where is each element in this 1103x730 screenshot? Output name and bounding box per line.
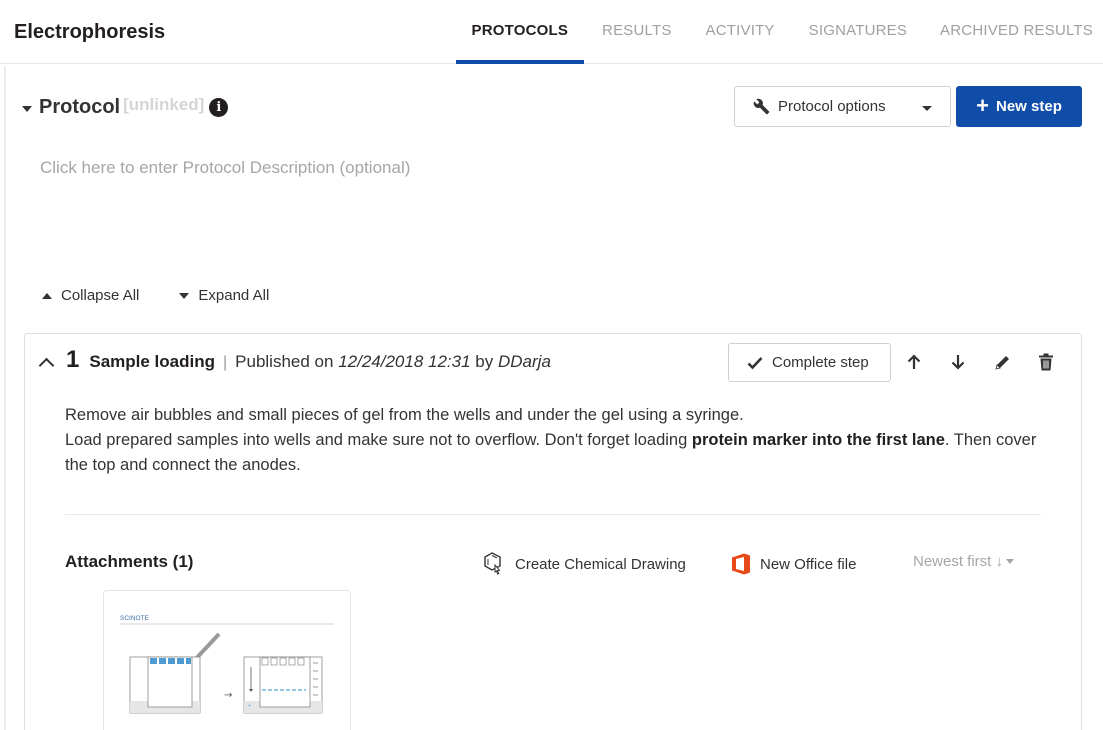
check-icon (747, 356, 763, 369)
sort-dropdown[interactable]: Newest first ↓ (913, 553, 1015, 570)
wrench-icon (753, 98, 770, 115)
tab-activity[interactable]: ACTIVITY (706, 0, 775, 64)
step-author: DDarja (498, 352, 551, 371)
protocol-description[interactable]: Click here to enter Protocol Description… (40, 158, 410, 178)
plus-icon: + (976, 92, 989, 118)
sort-label: Newest first ↓ (913, 553, 1004, 570)
page-title: Electrophoresis (14, 21, 166, 43)
chevron-down-icon (922, 106, 932, 111)
new-step-label: New step (996, 98, 1062, 115)
step-text-line2: Load prepared samples into wells and mak… (65, 428, 1055, 478)
protocol-options-label: Protocol options (778, 98, 886, 115)
svg-text:+: + (248, 703, 251, 709)
expand-all-button[interactable]: Expand All (179, 287, 269, 304)
published-date: 12/24/2018 12:31 (338, 352, 471, 371)
create-chemical-drawing-button[interactable]: Create Chemical Drawing (483, 551, 686, 577)
gel-diagram-image: SCINOTE → + (120, 615, 334, 714)
step-text-part: Load prepared samples into wells and mak… (65, 431, 692, 449)
chem-label: Create Chemical Drawing (515, 555, 686, 573)
collapse-expand-controls: Collapse All Expand All (42, 287, 309, 304)
step-name[interactable]: Sample loading (89, 352, 215, 372)
published-by: by (475, 352, 494, 371)
tab-signatures[interactable]: SIGNATURES (809, 0, 907, 64)
attachments-title: Attachments (1) (65, 552, 194, 571)
complete-step-label: Complete step (772, 354, 869, 371)
chemical-structure-icon (484, 552, 501, 575)
svg-text:→: → (224, 690, 232, 701)
tab-results[interactable]: RESULTS (602, 0, 671, 64)
new-office-file-button[interactable]: New Office file (731, 553, 856, 575)
left-guideline (4, 66, 6, 730)
trash-icon[interactable] (1035, 351, 1057, 373)
caret-down-icon (1006, 559, 1015, 564)
new-step-button[interactable]: + New step (956, 86, 1082, 127)
step-published: Published on 12/24/2018 12:31 by DDarja (235, 352, 551, 372)
tab-protocols[interactable]: PROTOCOLS (455, 0, 584, 64)
arrow-down-icon[interactable] (947, 351, 969, 373)
arrow-up-icon[interactable] (903, 351, 925, 373)
attachment-thumbnail[interactable]: SCINOTE → + (103, 590, 351, 730)
tab-bar: PROTOCOLS RESULTS ACTIVITY SIGNATURES AR… (455, 0, 1103, 64)
step-number: 1 (66, 346, 80, 373)
office-icon (732, 553, 750, 575)
caret-down-icon[interactable] (22, 105, 32, 112)
step-text-line1: Remove air bubbles and small pieces of g… (65, 406, 744, 424)
step-divider (65, 514, 1041, 515)
protocol-title: Protocol (39, 96, 121, 118)
complete-step-button[interactable]: Complete step (728, 343, 891, 382)
triangle-down-icon (179, 292, 190, 299)
pencil-icon[interactable] (991, 351, 1013, 373)
step-description: Remove air bubbles and small pieces of g… (65, 403, 1055, 478)
scinote-logo-text: SCINOTE (120, 615, 150, 622)
collapse-all-label: Collapse All (61, 287, 140, 304)
step-separator: | (223, 354, 228, 371)
chevron-up-icon[interactable] (38, 357, 55, 374)
expand-all-label: Expand All (198, 287, 270, 304)
protocol-options-button[interactable]: Protocol options (734, 86, 951, 127)
info-icon[interactable]: i (209, 98, 229, 117)
step-header: 1 Sample loading | Published on 12/24/20… (38, 346, 551, 374)
step-text-bold: protein marker into the first lane (691, 431, 945, 449)
top-bar: Electrophoresis PROTOCOLS RESULTS ACTIVI… (0, 0, 1103, 64)
step-card: 1 Sample loading | Published on 12/24/20… (24, 333, 1082, 730)
published-prefix: Published on (235, 352, 334, 371)
office-label: New Office file (760, 555, 857, 573)
step-toolbar (903, 351, 1079, 373)
protocol-status: [unlinked] (123, 94, 205, 114)
triangle-up-icon (42, 292, 52, 299)
protocol-header[interactable]: Protocol [unlinked] i (22, 94, 229, 119)
tab-archived-results[interactable]: ARCHIVED RESULTS (940, 0, 1093, 64)
collapse-all-button[interactable]: Collapse All (42, 287, 139, 304)
